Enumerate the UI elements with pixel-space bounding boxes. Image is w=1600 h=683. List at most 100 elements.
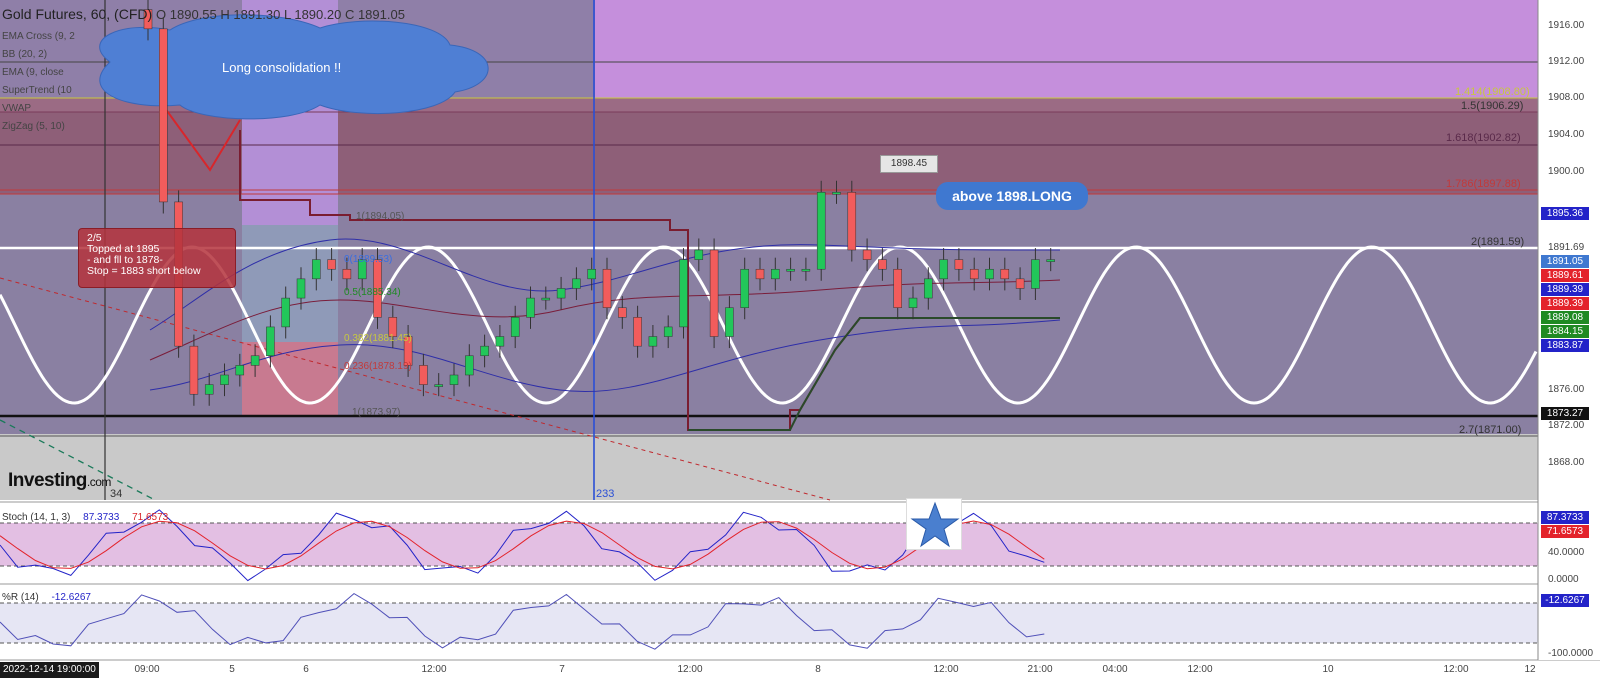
symbol-label[interactable]: Gold Futures, 60, (CFD)	[2, 6, 152, 22]
fib-box-red	[242, 342, 338, 415]
time-label: 12:00	[421, 664, 447, 675]
vline-label-233: 233	[596, 488, 615, 500]
candle-body	[725, 307, 734, 337]
candle-body	[1046, 259, 1055, 262]
inner-fib-0236: 0.236(1878.19)	[344, 361, 412, 372]
candle-body	[709, 249, 719, 337]
price-axis-label: 1904.00	[1548, 129, 1585, 140]
candle-body	[541, 297, 551, 301]
indicator-vwap[interactable]: VWAP	[2, 100, 75, 118]
vline-label-34: 34	[110, 488, 123, 500]
candle-body	[633, 317, 642, 347]
fib-label-27: 2.7(1871.00)	[1459, 424, 1522, 436]
candle-body	[250, 355, 260, 366]
candle-body	[816, 192, 826, 270]
candle-body	[510, 317, 520, 337]
time-label: 8	[815, 664, 821, 675]
time-label: 12:00	[677, 664, 703, 675]
price-axis-label: 1872.00	[1548, 420, 1585, 431]
candle-body	[602, 268, 612, 308]
indicator-bb[interactable]: BB (20, 2)	[2, 46, 75, 64]
time-label: 12:00	[933, 664, 959, 675]
indicator-supertrend[interactable]: SuperTrend (10	[2, 82, 75, 100]
inner-fib-05: 0.5(1885.34)	[344, 287, 401, 298]
price-axis-label: 1876.00	[1548, 384, 1585, 395]
time-label: 6	[303, 664, 309, 675]
candle-body	[908, 297, 918, 308]
time-label: 09:00	[134, 664, 160, 675]
inner-fib-0: 0(1889.53)	[344, 254, 393, 265]
candle-body	[755, 268, 765, 280]
stoch-k-value: 87.3733	[83, 512, 120, 523]
long-callout[interactable]: above 1898.LONG	[936, 182, 1088, 210]
candle-body	[327, 259, 336, 270]
inner-fib-1-bottom: 1(1873.97)	[352, 407, 401, 418]
candle-body	[480, 345, 489, 357]
resistance-zone-inner	[0, 112, 1538, 194]
candle-body	[342, 268, 352, 280]
stoch-tag: 87.3733	[1541, 511, 1589, 524]
candle-body	[801, 268, 811, 272]
price-tag: 1895.36	[1541, 207, 1589, 220]
candle-body	[449, 374, 459, 385]
ohlc-values: O 1890.55 H 1891.30 L 1890.20 C 1891.05	[156, 7, 405, 22]
price-tag: 1889.39	[1541, 297, 1589, 310]
investing-logo: Investing.com	[8, 470, 111, 492]
candle-body	[832, 192, 841, 195]
indicator-zigzag[interactable]: ZigZag (5, 10)	[2, 118, 75, 136]
stoch-title: Stoch (14, 1, 3)	[2, 512, 71, 523]
time-label: 7	[559, 664, 565, 675]
inner-fib-0382: 0.382(1881.45)	[344, 333, 412, 344]
price-axis-label: 1891.69	[1548, 242, 1585, 253]
candle-body	[862, 249, 872, 260]
trade-note-box[interactable]: 2/5 Topped at 1895 - and fll to 1878- St…	[78, 228, 236, 288]
time-label: 12:00	[1443, 664, 1469, 675]
candle-body	[296, 278, 306, 299]
candle-body	[969, 268, 979, 280]
candle-body	[679, 259, 688, 328]
candle-body	[281, 297, 290, 328]
price-axis-label: 1900.00	[1548, 166, 1585, 177]
candle-body	[312, 259, 321, 280]
time-cursor-label: 2022-12-14 19:00:00	[0, 662, 99, 678]
stoch-legend[interactable]: Stoch (14, 1, 3) 87.3733 71.6573	[2, 512, 168, 523]
star-icon	[910, 501, 960, 548]
candle-body	[786, 268, 795, 272]
time-label: 10	[1322, 664, 1334, 675]
price-axis-label: 1908.00	[1548, 92, 1585, 103]
wr-title: %R (14)	[2, 592, 39, 603]
candle-body	[587, 268, 596, 280]
time-label: 12:00	[1187, 664, 1213, 675]
indicator-ema[interactable]: EMA (9, close	[2, 64, 75, 82]
candle-body	[694, 249, 704, 260]
candle-body	[740, 268, 749, 308]
price-tag: 1873.27	[1541, 407, 1589, 420]
logo-main: Investing	[8, 470, 87, 491]
candle-body	[878, 259, 887, 270]
candle-body	[924, 278, 933, 299]
time-label: 12	[1524, 664, 1536, 675]
candle-body	[1000, 268, 1010, 280]
candle-body	[1015, 278, 1025, 289]
stoch-axis-label: 0.0000	[1548, 574, 1579, 585]
price-tag: 1889.61	[1541, 269, 1589, 282]
indicator-ema-cross[interactable]: EMA Cross (9, 2	[2, 28, 75, 46]
price-marker-label[interactable]: 1898.45	[880, 155, 938, 173]
fib-label-1414: 1.414(1908.80)	[1455, 86, 1530, 98]
fib-label-2: 2(1891.59)	[1471, 236, 1525, 248]
stoch-tag: 71.6573	[1541, 525, 1589, 538]
candle-body	[495, 336, 505, 347]
indicator-list: EMA Cross (9, 2 BB (20, 2) EMA (9, close…	[2, 28, 75, 136]
price-axis-label: 1868.00	[1548, 457, 1585, 468]
wr-tag: -12.6267	[1541, 594, 1589, 607]
wr-value: -12.6267	[51, 592, 91, 603]
candle-body	[893, 268, 902, 308]
candle-body	[235, 365, 245, 376]
candle-body	[159, 28, 168, 203]
wr-legend[interactable]: %R (14) -12.6267	[2, 592, 91, 603]
price-tag: 1889.08	[1541, 311, 1589, 324]
candle-body	[189, 345, 199, 395]
candle-body	[220, 374, 229, 385]
time-label: 21:00	[1027, 664, 1053, 675]
fib-label-15: 1.5(1906.29)	[1461, 100, 1524, 112]
